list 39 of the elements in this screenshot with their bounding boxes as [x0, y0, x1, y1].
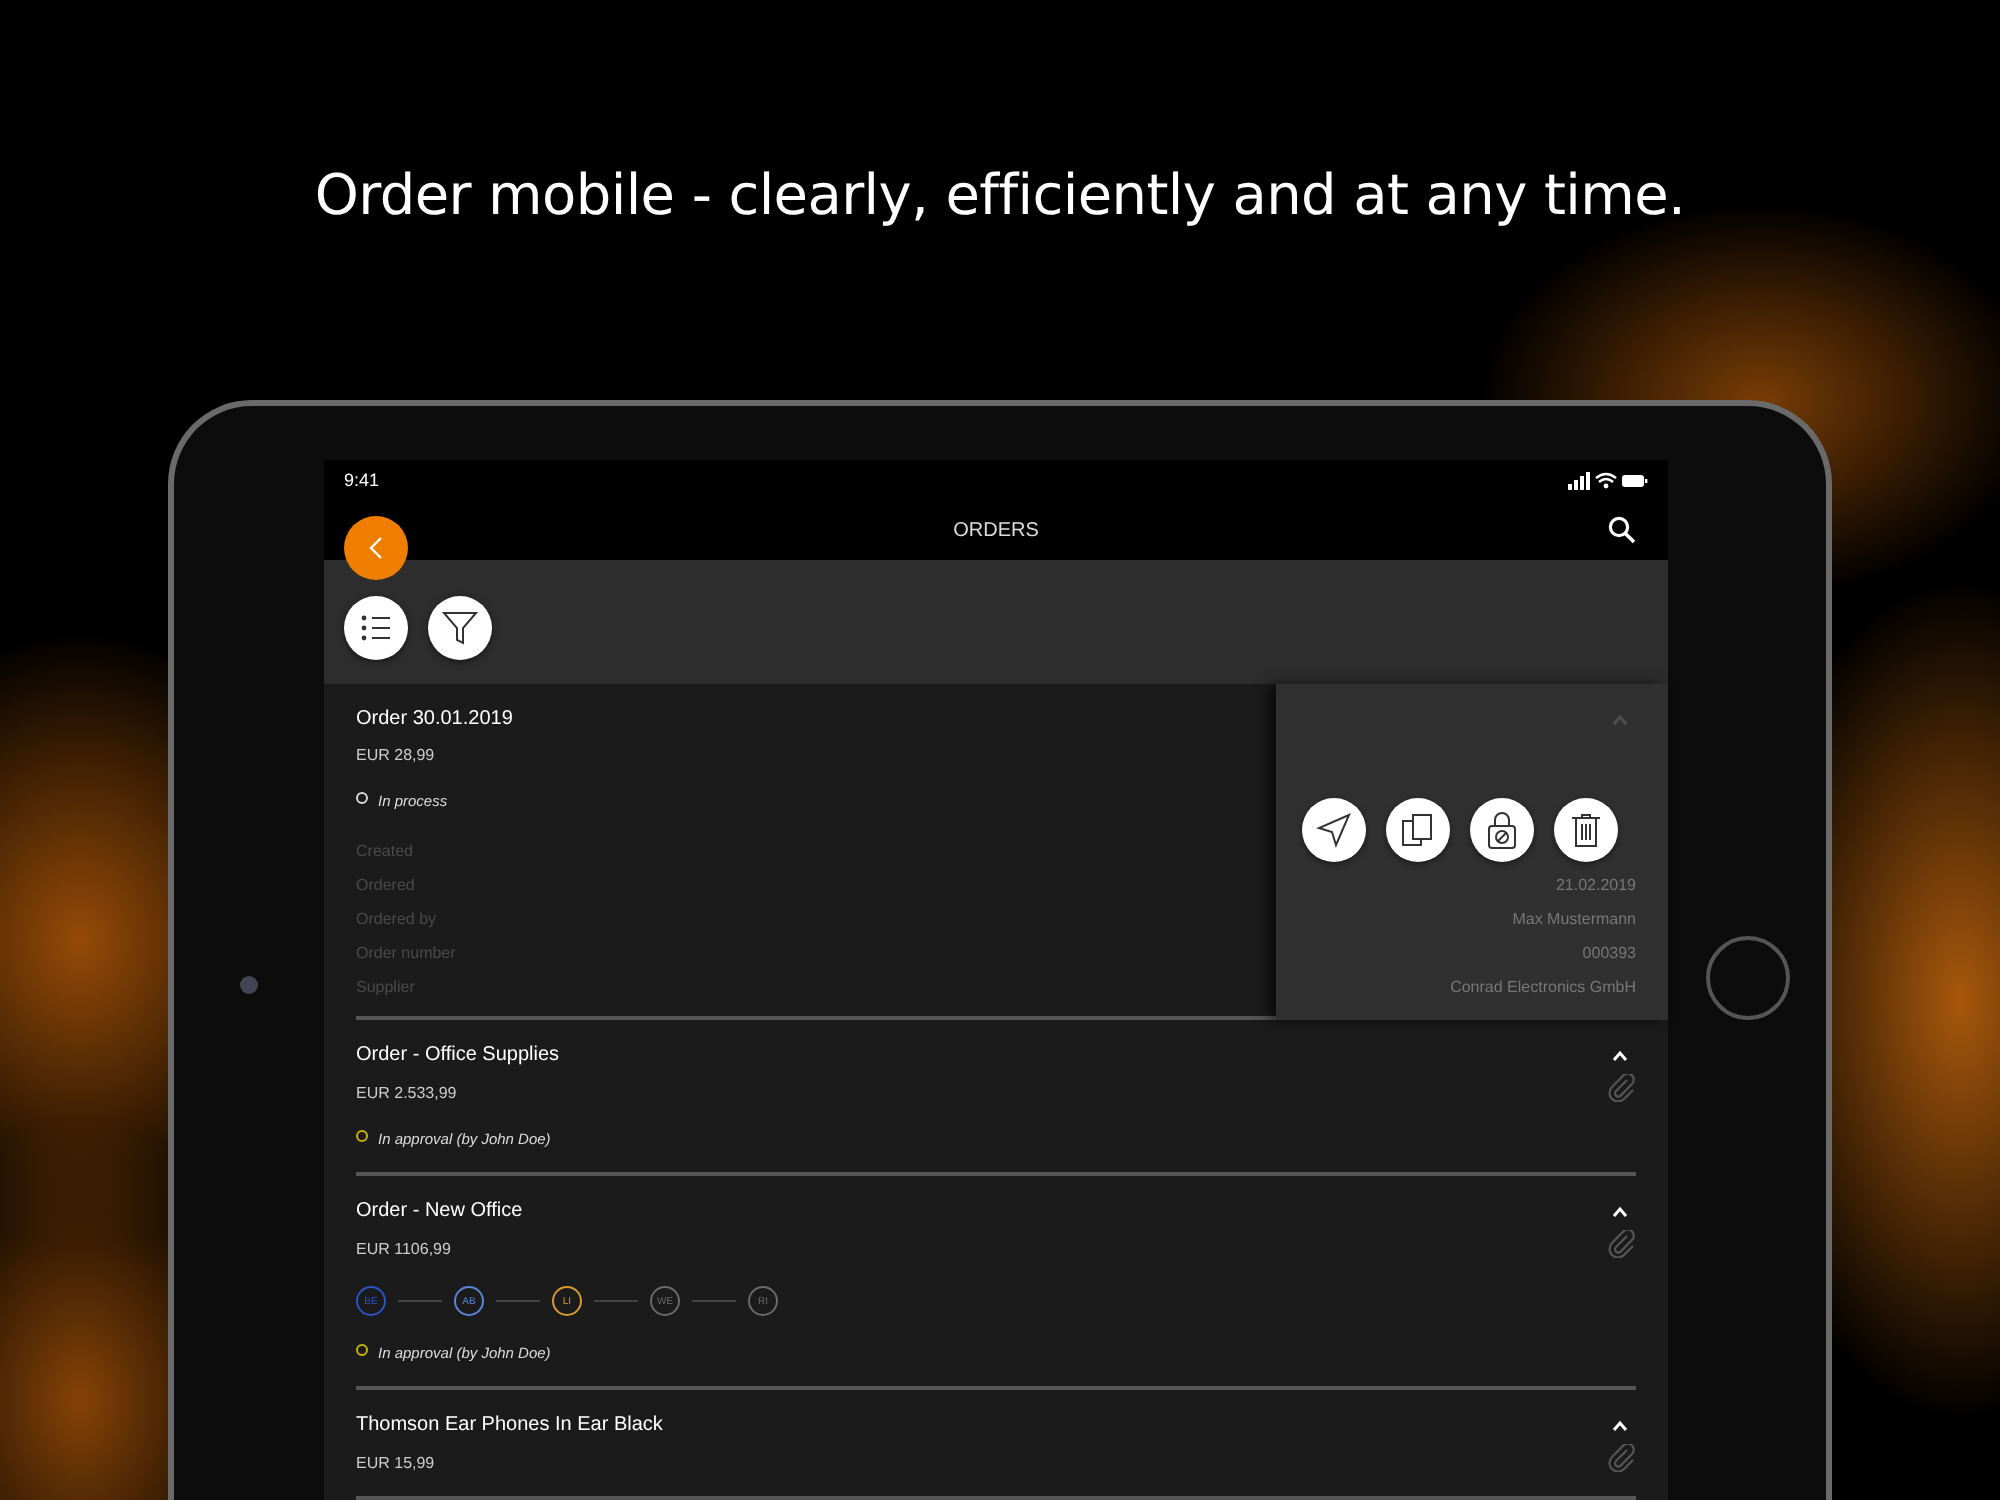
- lock-button[interactable]: [1470, 798, 1534, 862]
- trash-icon: [1570, 812, 1602, 848]
- order-amount: EUR 2.533,99: [356, 1083, 457, 1101]
- list-icon: [360, 614, 392, 642]
- filter-icon: [442, 610, 478, 646]
- collapse-chevron-icon[interactable]: [1612, 1419, 1628, 1431]
- order-title: Order - New Office: [356, 1200, 523, 1222]
- order-title: Order 30.01.2019: [356, 708, 513, 730]
- detail-value: Max Mustermann: [1512, 910, 1636, 928]
- home-button[interactable]: [1705, 936, 1789, 1020]
- status-time: 9:41: [344, 470, 380, 490]
- collapse-chevron-icon[interactable]: [1612, 1205, 1628, 1217]
- list-view-button[interactable]: [344, 596, 408, 660]
- send-icon: [1316, 812, 1352, 848]
- copy-button[interactable]: [1386, 798, 1450, 862]
- copy-icon: [1400, 812, 1436, 848]
- detail-value: Conrad Electronics GmbH: [1450, 978, 1636, 996]
- order-amount: EUR 15,99: [356, 1453, 435, 1471]
- order-title: Thomson Ear Phones In Ear Black: [356, 1414, 663, 1436]
- back-icon: [368, 536, 384, 560]
- detail-value: 21.02.2019: [1555, 876, 1636, 894]
- headline: Order mobile - clearly, efficiently and at any time.: [312, 160, 1688, 232]
- order-card[interactable]: Thomson Ear Phones In Ear Black EUR 15,99: [324, 1390, 1668, 1500]
- detail-value: 000393: [1582, 944, 1636, 962]
- filter-button[interactable]: [428, 596, 492, 660]
- search-icon[interactable]: [1608, 516, 1636, 544]
- delete-button[interactable]: [1554, 798, 1618, 862]
- status-icons: [1568, 471, 1648, 489]
- paperclip-icon[interactable]: [1608, 1444, 1636, 1472]
- collapse-chevron-icon[interactable]: [1612, 1049, 1628, 1061]
- send-button[interactable]: [1302, 798, 1366, 862]
- paperclip-icon[interactable]: [1608, 1074, 1636, 1102]
- order-title: Order - Office Supplies: [356, 1044, 560, 1066]
- paperclip-icon[interactable]: [1608, 1230, 1636, 1258]
- order-amount: EUR 28,99: [356, 746, 435, 764]
- lock-icon: [1484, 810, 1520, 850]
- order-amount: EUR 1106,99: [356, 1239, 451, 1257]
- screen-title: ORDERS: [953, 519, 1039, 541]
- camera-dot: [240, 976, 258, 994]
